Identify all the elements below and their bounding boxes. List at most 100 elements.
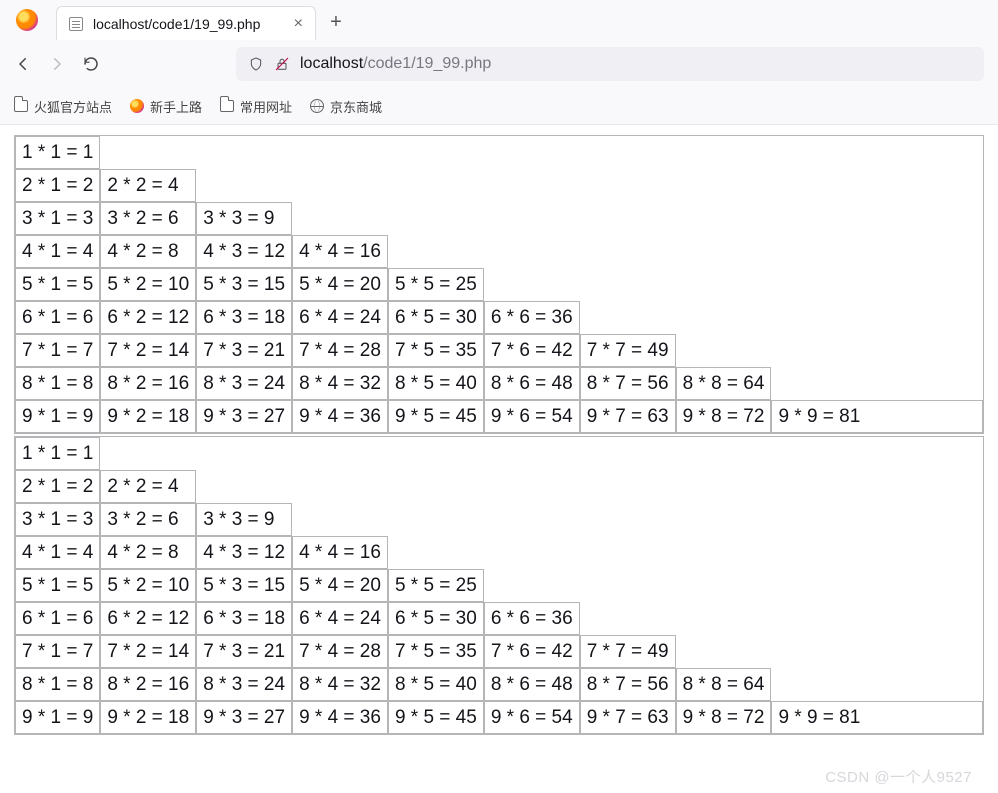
table-filler [676,334,983,367]
table-cell: 9 * 4 = 36 [292,701,388,734]
table-cell: 6 * 6 = 36 [484,301,580,334]
multiplication-table: 1 * 1 = 12 * 1 = 22 * 2 = 43 * 1 = 33 * … [14,135,984,434]
table-cell: 9 * 5 = 45 [388,400,484,433]
table-cell: 9 * 1 = 9 [15,701,100,734]
table-filler [196,470,983,503]
table-row: 7 * 1 = 77 * 2 = 147 * 3 = 217 * 4 = 287… [15,334,983,367]
table-cell: 7 * 7 = 49 [580,334,676,367]
table-cell: 3 * 1 = 3 [15,202,100,235]
table-cell: 5 * 5 = 25 [388,268,484,301]
back-button[interactable] [14,55,32,73]
close-tab-button[interactable]: × [294,16,303,32]
table-cell: 6 * 3 = 18 [196,602,292,635]
table-cell: 7 * 7 = 49 [580,635,676,668]
forward-button[interactable] [48,55,66,73]
table-row: 9 * 1 = 99 * 2 = 189 * 3 = 279 * 4 = 369… [15,701,983,734]
url-text: localhost/code1/19_99.php [300,55,491,73]
table-cell: 8 * 7 = 56 [580,367,676,400]
table-cell: 9 * 8 = 72 [676,400,772,433]
reload-button[interactable] [82,55,100,73]
table-row: 3 * 1 = 33 * 2 = 63 * 3 = 9 [15,503,983,536]
table-cell: 9 * 5 = 45 [388,701,484,734]
table-cell: 6 * 4 = 24 [292,602,388,635]
table-cell: 2 * 1 = 2 [15,169,100,202]
table-cell: 9 * 2 = 18 [100,701,196,734]
table-cell: 7 * 1 = 7 [15,334,100,367]
table-cell: 8 * 2 = 16 [100,668,196,701]
table-cell: 7 * 2 = 14 [100,635,196,668]
table-cell: 4 * 3 = 12 [196,536,292,569]
table-cell: 4 * 4 = 16 [292,536,388,569]
table-row: 6 * 1 = 66 * 2 = 126 * 3 = 186 * 4 = 246… [15,301,983,334]
table-row: 4 * 1 = 44 * 2 = 84 * 3 = 124 * 4 = 16 [15,235,983,268]
bookmark-item[interactable]: 京东商城 [310,97,382,116]
table-row: 5 * 1 = 55 * 2 = 105 * 3 = 155 * 4 = 205… [15,268,983,301]
table-row: 1 * 1 = 1 [15,437,983,470]
table-cell: 9 * 8 = 72 [676,701,772,734]
table-filler [676,635,983,668]
table-cell: 7 * 2 = 14 [100,334,196,367]
table-filler [388,536,983,569]
table-filler [580,301,983,334]
watermark: CSDN @一个人9527 [825,766,972,787]
table-cell: 3 * 3 = 9 [196,503,292,536]
table-cell: 9 * 3 = 27 [196,400,292,433]
page-content: 1 * 1 = 12 * 1 = 22 * 2 = 43 * 1 = 33 * … [0,125,998,747]
table-cell: 7 * 5 = 35 [388,635,484,668]
table-row: 8 * 1 = 88 * 2 = 168 * 3 = 248 * 4 = 328… [15,668,983,701]
bookmark-item[interactable]: 新手上路 [130,97,202,116]
url-bar[interactable]: localhost/code1/19_99.php [236,47,984,81]
table-row: 1 * 1 = 1 [15,136,983,169]
table-cell: 2 * 2 = 4 [100,470,196,503]
table-cell: 6 * 3 = 18 [196,301,292,334]
table-cell: 8 * 6 = 48 [484,668,580,701]
table-cell: 6 * 1 = 6 [15,602,100,635]
table-cell: 9 * 6 = 54 [484,701,580,734]
url-host: localhost [300,55,363,72]
table-cell: 3 * 2 = 6 [100,503,196,536]
table-cell: 8 * 2 = 16 [100,367,196,400]
table-cell: 5 * 4 = 20 [292,268,388,301]
new-tab-button[interactable]: + [322,8,350,36]
folder-icon [14,100,28,112]
table-cell: 4 * 4 = 16 [292,235,388,268]
table-cell: 5 * 2 = 10 [100,569,196,602]
firefox-logo-icon [16,9,38,31]
bookmark-item[interactable]: 火狐官方站点 [14,97,112,116]
table-cell: 4 * 2 = 8 [100,235,196,268]
table-cell: 5 * 3 = 15 [196,268,292,301]
table-cell: 9 * 1 = 9 [15,400,100,433]
table-cell: 9 * 2 = 18 [100,400,196,433]
table-cell: 4 * 2 = 8 [100,536,196,569]
table-cell: 9 * 7 = 63 [580,701,676,734]
table-filler [484,268,983,301]
shield-icon [248,56,264,72]
table-cell: 7 * 3 = 21 [196,334,292,367]
table-filler [388,235,983,268]
table-cell: 9 * 4 = 36 [292,400,388,433]
browser-tab[interactable]: localhost/code1/19_99.php × [56,6,316,40]
tab-title: localhost/code1/19_99.php [93,16,260,32]
table-cell: 7 * 6 = 42 [484,334,580,367]
table-cell: 3 * 2 = 6 [100,202,196,235]
table-filler [100,136,983,169]
url-path: /code1/19_99.php [363,55,491,72]
table-cell: 5 * 3 = 15 [196,569,292,602]
table-cell: 2 * 1 = 2 [15,470,100,503]
insecure-lock-icon [274,56,290,72]
bookmark-label: 京东商城 [330,97,382,116]
table-cell: 5 * 1 = 5 [15,268,100,301]
table-cell: 6 * 1 = 6 [15,301,100,334]
nav-toolbar: localhost/code1/19_99.php [0,40,998,88]
bookmark-label: 新手上路 [150,97,202,116]
table-cell: 8 * 4 = 32 [292,367,388,400]
globe-icon [310,99,324,113]
bookmarks-bar: 火狐官方站点 新手上路常用网址 京东商城 [0,88,998,124]
table-row: 3 * 1 = 33 * 2 = 63 * 3 = 9 [15,202,983,235]
table-cell: 8 * 5 = 40 [388,668,484,701]
bookmark-item[interactable]: 常用网址 [220,97,292,116]
table-cell: 6 * 5 = 30 [388,301,484,334]
table-row: 2 * 1 = 22 * 2 = 4 [15,169,983,202]
browser-chrome: localhost/code1/19_99.php × + localhost/… [0,0,998,125]
table-cell: 8 * 3 = 24 [196,668,292,701]
